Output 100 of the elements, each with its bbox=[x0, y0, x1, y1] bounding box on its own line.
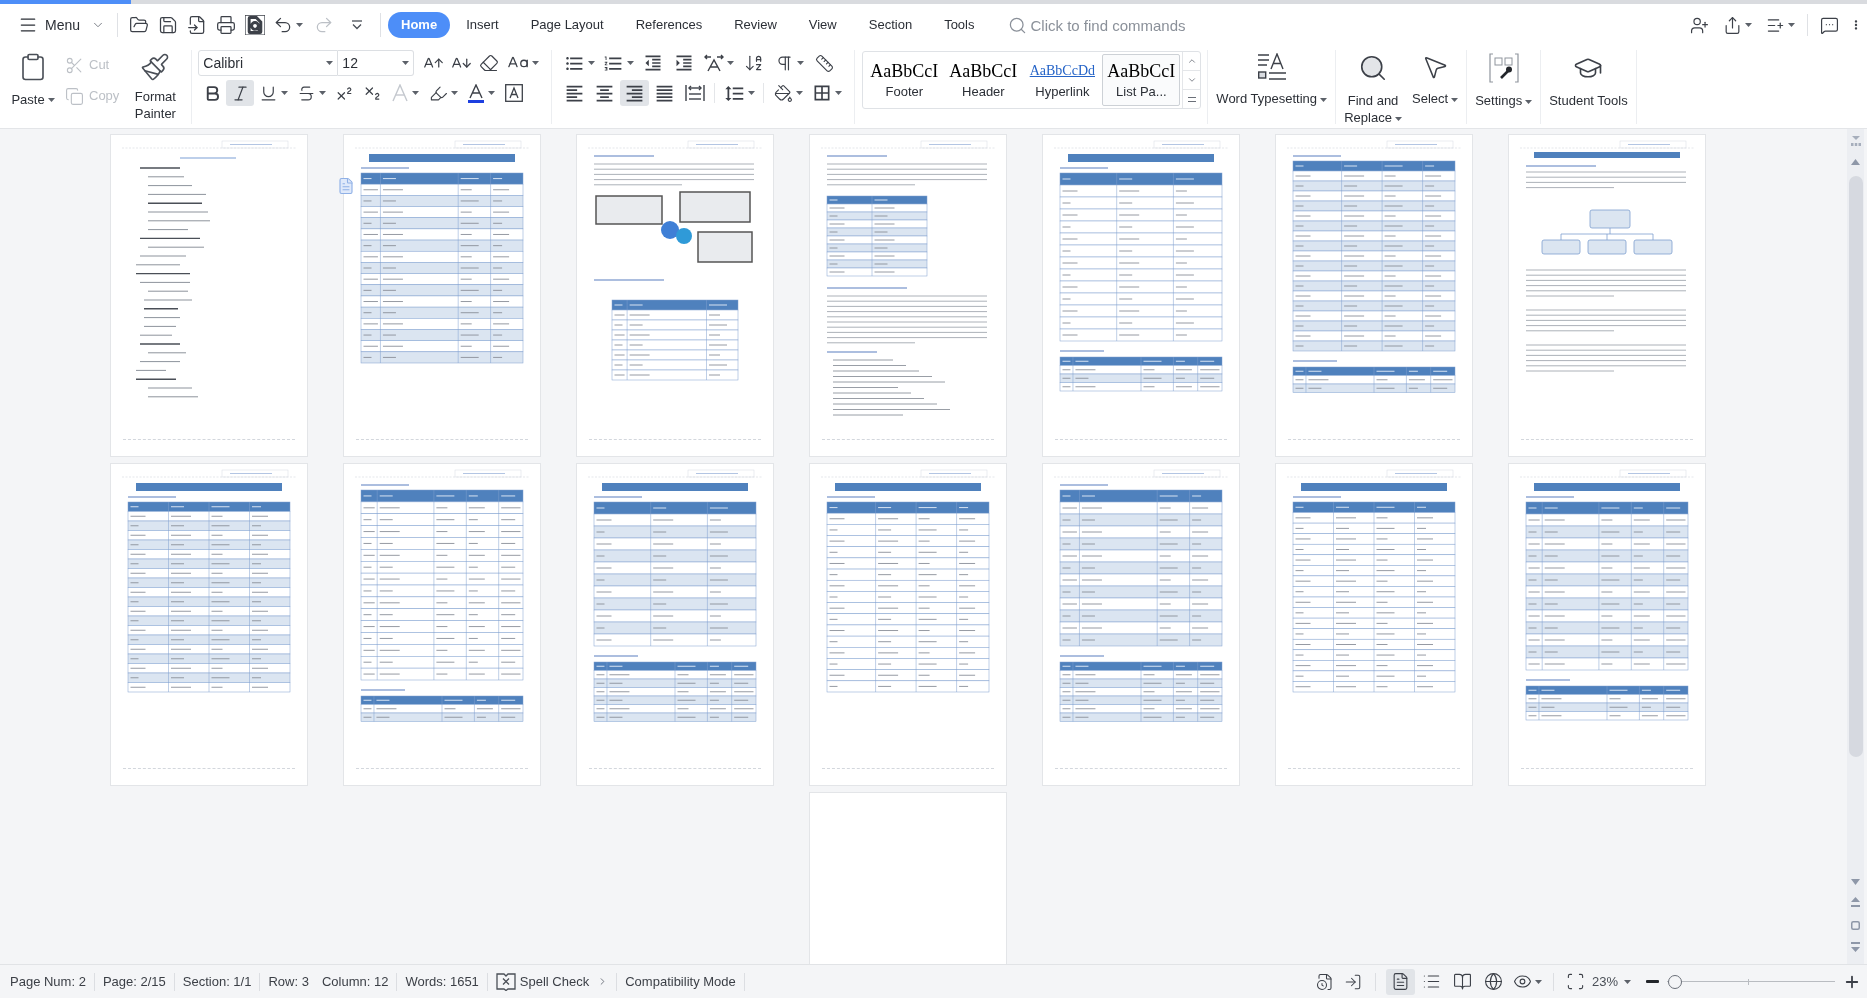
globe-icon bbox=[1483, 972, 1503, 991]
triangle-down-icon bbox=[1851, 879, 1860, 885]
square-icon bbox=[1851, 920, 1860, 930]
caret-icon bbox=[318, 91, 326, 95]
style-preset[interactable]: AaBbCcI Footer bbox=[865, 54, 944, 106]
comment-icon bbox=[1820, 15, 1839, 35]
caret-icon bbox=[1394, 116, 1402, 121]
settings-icon bbox=[1488, 53, 1519, 83]
caret-icon bbox=[747, 91, 755, 95]
font-size-field[interactable]: 12 bbox=[338, 50, 415, 76]
file-search-icon bbox=[244, 15, 265, 35]
dropdown-icon bbox=[351, 20, 364, 30]
caret-icon bbox=[296, 23, 304, 27]
marker-ruler-icon bbox=[1850, 136, 1861, 146]
borders-icon bbox=[812, 83, 833, 103]
copy-icon bbox=[65, 86, 84, 106]
ribbon-tab[interactable]: Page Layout bbox=[514, 12, 620, 38]
printer-icon bbox=[215, 15, 236, 35]
user-plus-icon bbox=[1690, 15, 1709, 35]
typesetting-icon bbox=[1256, 53, 1287, 81]
ribbon-tab[interactable]: Insert bbox=[450, 12, 515, 38]
list-icon bbox=[1421, 972, 1441, 991]
caret-icon bbox=[727, 61, 735, 65]
scissors-icon bbox=[65, 55, 84, 75]
paint-bucket-icon bbox=[773, 83, 793, 103]
ribbon-tab[interactable]: Section bbox=[852, 12, 929, 38]
book-icon bbox=[1452, 972, 1472, 991]
caret-icon bbox=[412, 91, 420, 95]
ribbon-tab[interactable]: Review bbox=[718, 12, 793, 38]
caret-icon bbox=[1624, 979, 1631, 984]
page-view-button[interactable] bbox=[1385, 968, 1415, 995]
status-field: Page: 2/15 bbox=[102, 971, 166, 992]
caret-icon bbox=[1745, 23, 1752, 27]
caret-icon bbox=[450, 91, 458, 95]
ruler-icon bbox=[814, 53, 834, 73]
minus-icon bbox=[1645, 980, 1659, 983]
zoom-slider[interactable] bbox=[1667, 974, 1835, 989]
status-field: Section: 1/1 bbox=[182, 971, 252, 992]
caret-icon bbox=[280, 91, 288, 95]
caret-icon bbox=[1788, 23, 1795, 27]
caret-icon bbox=[796, 61, 804, 65]
document-clock-icon bbox=[1315, 972, 1334, 991]
align-right-button[interactable] bbox=[620, 80, 650, 106]
file-arrow-icon bbox=[186, 15, 207, 35]
paste-button[interactable]: Paste bbox=[10, 46, 56, 128]
eye-icon bbox=[1512, 972, 1532, 991]
ribbon-tool-button[interactable]: Word Typesetting bbox=[1216, 46, 1328, 128]
increase-indent-icon bbox=[674, 53, 695, 73]
zoom-slider-thumb[interactable] bbox=[1668, 974, 1683, 989]
ribbon-tool-button[interactable]: Settings bbox=[1475, 46, 1533, 128]
caret-icon bbox=[1320, 97, 1328, 102]
spell-check-icon bbox=[495, 972, 516, 991]
ribbon-tab[interactable]: View bbox=[792, 12, 853, 38]
next-page-icon bbox=[1851, 942, 1860, 952]
ribbon-tool-button[interactable]: Select bbox=[1412, 46, 1459, 128]
command-search-field[interactable]: Click to find commands bbox=[1030, 12, 1221, 38]
font-name-field[interactable]: Calibri bbox=[198, 50, 339, 76]
caret-icon bbox=[47, 97, 55, 102]
caret-icon bbox=[795, 91, 803, 95]
zoom-level-dropdown[interactable]: 23% bbox=[1591, 971, 1631, 992]
style-preset[interactable]: AaBbCcI List Pa... bbox=[1102, 54, 1181, 106]
status-field: Row: 3 bbox=[268, 971, 309, 992]
ribbon-tab[interactable]: References bbox=[619, 12, 719, 38]
distributed-align-icon bbox=[684, 84, 705, 102]
caret-icon bbox=[402, 61, 410, 65]
caret-icon bbox=[587, 61, 595, 65]
character-border-icon bbox=[505, 84, 524, 102]
caret-icon bbox=[835, 91, 843, 95]
text-layout-icon bbox=[704, 54, 725, 72]
caret-icon bbox=[326, 61, 334, 65]
status-field: Words: 1651 bbox=[405, 971, 479, 992]
caret-icon bbox=[488, 91, 496, 95]
scrollbar-thumb[interactable] bbox=[1848, 176, 1863, 757]
eraser-icon bbox=[479, 53, 500, 73]
menu-button[interactable]: Menu bbox=[14, 11, 110, 39]
style-preset[interactable]: AaBbCcI Header bbox=[944, 54, 1023, 106]
ribbon-tool-button[interactable]: Find and Replace bbox=[1344, 46, 1403, 128]
status-field: Column: 12 bbox=[321, 971, 389, 992]
paintbrush-icon bbox=[140, 52, 171, 82]
spell-check-button[interactable]: Spell Check bbox=[495, 969, 590, 994]
search-icon bbox=[1008, 15, 1028, 35]
expand-icon bbox=[1187, 96, 1196, 102]
folder-icon bbox=[128, 15, 149, 35]
font-color-icon bbox=[467, 83, 486, 103]
caret-icon bbox=[1534, 979, 1542, 984]
caret-icon bbox=[1451, 97, 1459, 102]
fit-page-icon bbox=[1566, 972, 1586, 991]
compatibility-mode-label: Compatibility Mode bbox=[625, 972, 736, 991]
ribbon-tool-button[interactable]: Student Tools bbox=[1549, 46, 1628, 128]
style-preset[interactable]: AaBbCcDd Hyperlink bbox=[1023, 54, 1102, 106]
italic-button[interactable] bbox=[226, 80, 255, 106]
triangle-up-icon bbox=[1851, 159, 1860, 165]
chevron-down-icon bbox=[1186, 75, 1197, 85]
previous-page-icon bbox=[1851, 897, 1860, 907]
decrease-indent-icon bbox=[643, 53, 664, 73]
enter-icon bbox=[1343, 972, 1362, 991]
format-painter-button[interactable]: Format Painter bbox=[128, 46, 183, 128]
share-icon bbox=[1723, 15, 1742, 35]
caret-icon bbox=[1525, 99, 1533, 104]
ribbon-tab[interactable]: Tools bbox=[928, 12, 991, 38]
